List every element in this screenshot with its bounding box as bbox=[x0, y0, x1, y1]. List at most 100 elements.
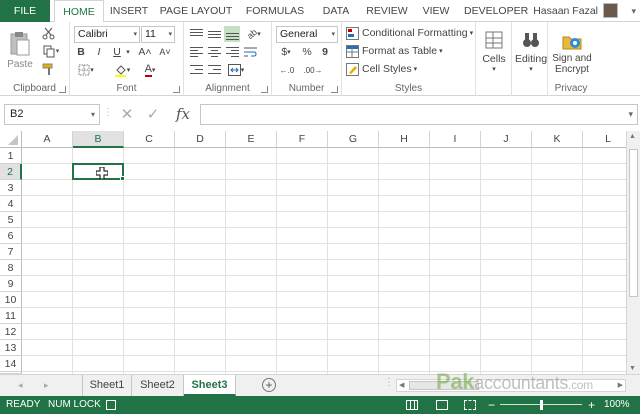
insert-function-button[interactable]: fx bbox=[172, 104, 194, 125]
row-header-13[interactable]: 13 bbox=[0, 340, 22, 356]
tab-view[interactable]: VIEW bbox=[418, 0, 454, 22]
row-header-8[interactable]: 8 bbox=[0, 260, 22, 276]
expand-formula-icon[interactable]: ▾ bbox=[628, 105, 633, 124]
column-header-a[interactable]: A bbox=[22, 131, 73, 148]
row-header-12[interactable]: 12 bbox=[0, 324, 22, 340]
fill-handle[interactable] bbox=[120, 176, 125, 181]
scroll-left-icon[interactable]: ◀ bbox=[399, 380, 404, 391]
row-header-3[interactable]: 3 bbox=[0, 180, 22, 196]
column-header-g[interactable]: G bbox=[328, 131, 379, 148]
align-bottom-icon[interactable] bbox=[224, 26, 240, 42]
tab-splitter-icon[interactable]: ⋮ bbox=[384, 377, 394, 388]
select-all-corner[interactable] bbox=[0, 131, 22, 148]
row-header-7[interactable]: 7 bbox=[0, 244, 22, 260]
percent-button[interactable]: % bbox=[300, 44, 314, 60]
orientation-icon[interactable]: ab ▾ bbox=[242, 26, 266, 42]
column-header-d[interactable]: D bbox=[175, 131, 226, 148]
increase-indent-icon[interactable] bbox=[206, 62, 222, 78]
zoom-in-icon[interactable]: + bbox=[588, 396, 595, 414]
sheet-tab-sheet1[interactable]: Sheet1 bbox=[82, 375, 132, 396]
sheet-tab-sheet3[interactable]: Sheet3 bbox=[184, 375, 236, 396]
font-launcher-icon[interactable] bbox=[173, 86, 180, 93]
row-header-2[interactable]: 2 bbox=[0, 164, 22, 180]
tab-data[interactable]: DATA bbox=[316, 0, 356, 22]
sign-encrypt-button[interactable]: Sign and Encrypt bbox=[550, 25, 594, 81]
prev-sheet-icon[interactable]: ◂ bbox=[18, 375, 23, 395]
tab-file[interactable]: FILE bbox=[0, 0, 50, 22]
copy-icon[interactable]: ▾ bbox=[40, 43, 62, 59]
alignment-launcher-icon[interactable] bbox=[261, 86, 268, 93]
decrease-font-button[interactable]: A˅ bbox=[156, 44, 174, 60]
tab-page-layout[interactable]: PAGE LAYOUT bbox=[158, 0, 234, 22]
column-header-l[interactable]: L bbox=[583, 131, 626, 148]
editing-button[interactable]: Editing ▾ bbox=[514, 26, 548, 76]
fill-color-icon[interactable]: ▾ bbox=[110, 62, 134, 78]
increase-font-button[interactable]: A˄ bbox=[136, 44, 154, 60]
vertical-scroll-thumb[interactable] bbox=[629, 149, 638, 297]
zoom-out-icon[interactable]: − bbox=[488, 396, 495, 414]
cells-button[interactable]: Cells ▾ bbox=[478, 26, 510, 76]
tab-insert[interactable]: INSERT bbox=[106, 0, 152, 22]
clipboard-launcher-icon[interactable] bbox=[59, 86, 66, 93]
new-sheet-button[interactable]: + bbox=[262, 378, 276, 392]
next-sheet-icon[interactable]: ▸ bbox=[44, 375, 49, 395]
tab-formulas[interactable]: FORMULAS bbox=[244, 0, 306, 22]
sheet-tab-sheet2[interactable]: Sheet2 bbox=[132, 375, 184, 396]
row-header-5[interactable]: 5 bbox=[0, 212, 22, 228]
cut-icon[interactable] bbox=[40, 25, 56, 41]
align-right-icon[interactable] bbox=[224, 44, 240, 60]
macro-record-icon[interactable] bbox=[106, 400, 116, 410]
italic-button[interactable]: I bbox=[92, 44, 106, 60]
zoom-slider-thumb[interactable] bbox=[540, 400, 543, 410]
column-header-b[interactable]: B bbox=[73, 131, 124, 148]
page-break-view-icon[interactable] bbox=[464, 400, 476, 410]
name-box[interactable]: B2 ▾ bbox=[4, 104, 100, 125]
user-name[interactable]: Hasaan Fazal bbox=[533, 0, 598, 22]
zoom-level[interactable]: 100% bbox=[604, 396, 630, 414]
borders-icon[interactable]: ▾ bbox=[74, 62, 98, 78]
merge-center-icon[interactable]: ▾ bbox=[224, 62, 248, 78]
decrease-decimal-icon[interactable]: .00→ bbox=[302, 62, 324, 78]
cancel-icon[interactable]: ✕ bbox=[118, 104, 136, 125]
font-color-icon[interactable]: A ▾ bbox=[138, 62, 162, 78]
comma-style-button[interactable]: 9 bbox=[318, 44, 332, 60]
row-header-6[interactable]: 6 bbox=[0, 228, 22, 244]
underline-button[interactable]: U bbox=[110, 44, 124, 60]
conditional-formatting-button[interactable]: Conditional Formatting ▾ bbox=[346, 25, 474, 41]
splitter-icon[interactable]: ⋮ bbox=[103, 107, 113, 118]
user-avatar[interactable] bbox=[603, 3, 618, 18]
bold-button[interactable]: B bbox=[74, 44, 88, 60]
font-size-select[interactable]: 11 ▾ bbox=[141, 26, 175, 43]
column-header-f[interactable]: F bbox=[277, 131, 328, 148]
number-launcher-icon[interactable] bbox=[331, 86, 338, 93]
column-header-e[interactable]: E bbox=[226, 131, 277, 148]
row-header-9[interactable]: 9 bbox=[0, 276, 22, 292]
wrap-text-icon[interactable] bbox=[242, 44, 258, 60]
column-header-c[interactable]: C bbox=[124, 131, 175, 148]
enter-icon[interactable]: ✓ bbox=[144, 104, 162, 125]
row-header-10[interactable]: 10 bbox=[0, 292, 22, 308]
column-header-h[interactable]: H bbox=[379, 131, 430, 148]
align-top-icon[interactable] bbox=[188, 26, 204, 42]
vertical-scrollbar[interactable]: ▲ ▼ bbox=[626, 131, 640, 374]
normal-view-icon[interactable] bbox=[406, 400, 418, 410]
align-left-icon[interactable] bbox=[188, 44, 204, 60]
row-header-14[interactable]: 14 bbox=[0, 356, 22, 372]
align-middle-icon[interactable] bbox=[206, 26, 222, 42]
decrease-indent-icon[interactable] bbox=[188, 62, 204, 78]
tab-review[interactable]: REVIEW bbox=[364, 0, 410, 22]
formula-input[interactable]: ▾ bbox=[200, 104, 638, 125]
format-as-table-button[interactable]: Format as Table ▾ bbox=[346, 43, 474, 59]
format-painter-icon[interactable] bbox=[40, 61, 56, 77]
align-center-icon[interactable] bbox=[206, 44, 222, 60]
tab-home[interactable]: HOME bbox=[54, 0, 104, 23]
row-header-11[interactable]: 11 bbox=[0, 308, 22, 324]
worksheet-grid[interactable]: ABCDEFGHIJKL 1 2 3 4 5 6 7 8 9 10 11 12 13 14 bbox=[0, 131, 626, 374]
page-layout-view-icon[interactable] bbox=[436, 400, 448, 410]
increase-decimal-icon[interactable]: ←.0 bbox=[276, 62, 298, 78]
scroll-up-icon[interactable]: ▲ bbox=[629, 133, 636, 140]
accounting-format-button[interactable]: $ ▾ bbox=[276, 44, 296, 60]
row-header-1[interactable]: 1 bbox=[0, 148, 22, 164]
tab-developer[interactable]: DEVELOPER bbox=[464, 0, 528, 22]
scroll-right-icon[interactable]: ▶ bbox=[618, 380, 623, 391]
